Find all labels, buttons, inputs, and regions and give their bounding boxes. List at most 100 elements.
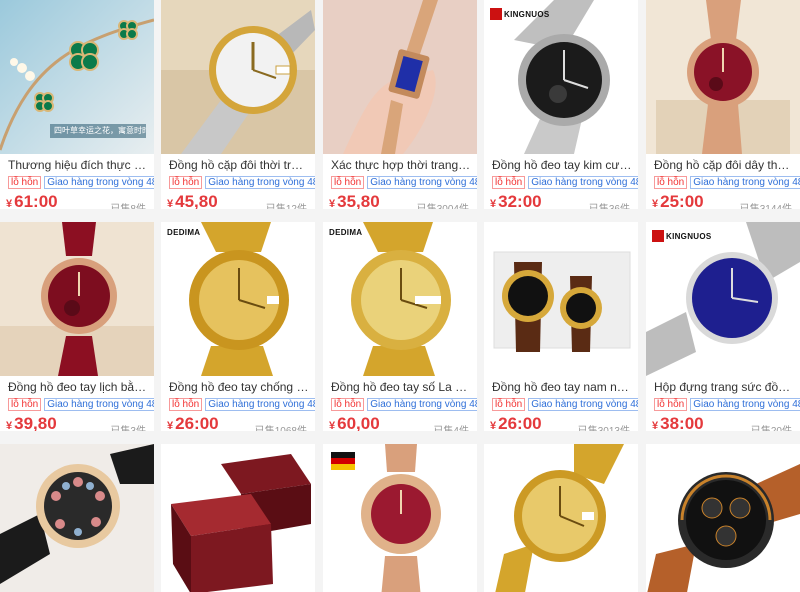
gold-watch-image [161, 222, 315, 376]
gold-dial-watch-image [484, 444, 638, 592]
product-card[interactable]: DEDIMA Đồng hồ đeo tay số La Mã mà... lỗ… [323, 222, 477, 431]
shipping-tag: Giao hàng trong vòng 48 [367, 176, 477, 189]
price-value: 38:00 [660, 414, 704, 431]
product-card[interactable]: KINGNUOS Đồng hồ đeo tay kim cương và...… [484, 0, 638, 209]
price-value: 45,80 [175, 192, 218, 209]
currency-symbol: ¥ [490, 198, 497, 209]
product-image[interactable] [323, 444, 477, 592]
currency-symbol: ¥ [6, 198, 13, 209]
rectangular-blue-watch-image [323, 0, 477, 154]
gold-roman-watch-image [323, 222, 477, 376]
currency-symbol: ¥ [329, 420, 336, 431]
price-value: 26:00 [498, 414, 542, 431]
product-title[interactable]: Đồng hồ đeo tay kim cương và... [492, 157, 632, 173]
price-value: 61:00 [14, 192, 58, 209]
sold-count: 已售3004件 [417, 200, 469, 209]
price: ¥45,80 [167, 192, 218, 209]
product-image[interactable] [484, 444, 638, 592]
shipping-tag: Giao hàng trong vòng 48 [205, 176, 315, 189]
product-card[interactable]: Đồng hồ cặp đôi thời trang dây... lỗ hỗn… [161, 0, 315, 209]
couple-watches-box-image [484, 222, 638, 376]
product-card[interactable] [0, 444, 154, 592]
currency-symbol: ¥ [6, 420, 13, 431]
product-title[interactable]: Đồng hồ cặp đôi dây thép màu... [654, 157, 794, 173]
promo-tag: lỗ hỗn [331, 398, 365, 411]
product-image[interactable] [646, 0, 800, 154]
shipping-tag: Giao hàng trong vòng 48 [690, 398, 800, 411]
price: ¥25:00 [652, 192, 704, 209]
shipping-tag: Giao hàng trong vòng 48 [690, 176, 800, 189]
product-card[interactable]: Đồng hồ đeo tay lịch bằng thé... lỗ hỗnG… [0, 222, 154, 431]
product-title[interactable]: Đồng hồ đeo tay số La Mã mà... [331, 379, 471, 395]
product-image[interactable]: DEDIMA [323, 222, 477, 376]
price: ¥26:00 [167, 414, 219, 431]
red-leather-watch-image [0, 222, 154, 376]
promo-tag: lỗ hỗn [492, 176, 526, 189]
price: ¥32:00 [490, 192, 542, 209]
product-image[interactable] [161, 444, 315, 592]
price-value: 32:00 [498, 192, 542, 209]
product-card[interactable]: 四叶草幸运之花，寓意时时好运 Thương hiệu đích thực 202… [0, 0, 154, 209]
product-card[interactable]: Xác thực hợp thời trang dây đe... lỗ hỗn… [323, 0, 477, 209]
currency-symbol: ¥ [167, 420, 174, 431]
product-title[interactable]: Đồng hồ đeo tay lịch bằng thé... [8, 379, 148, 395]
shipping-tag: Giao hàng trong vòng 48 [528, 176, 638, 189]
promo-tag: lỗ hỗn [654, 398, 688, 411]
sold-count: 已售1068件 [255, 422, 307, 431]
promo-tag: lỗ hỗn [169, 398, 203, 411]
product-image[interactable] [646, 444, 800, 592]
currency-symbol: ¥ [329, 198, 336, 209]
sold-count: 已售8件 [110, 200, 146, 209]
product-image[interactable]: 四叶草幸运之花，寓意时时好运 [0, 0, 154, 154]
sold-count: 已售3013件 [578, 422, 630, 431]
product-image[interactable]: KINGNUOS [646, 222, 800, 376]
rose-gold-watch-image [323, 444, 477, 592]
black-steel-watch-image [484, 0, 638, 154]
brand-logo: DEDIMA [329, 228, 363, 237]
product-image[interactable] [161, 0, 315, 154]
product-card[interactable]: KINGNUOS Hộp đựng trang sức đồng hồ g...… [646, 222, 800, 431]
product-card[interactable] [646, 444, 800, 592]
sold-count: 已售3144件 [740, 200, 792, 209]
currency-symbol: ¥ [652, 420, 659, 431]
product-image[interactable] [323, 0, 477, 154]
product-card[interactable] [323, 444, 477, 592]
shipping-tag: Giao hàng trong vòng 48 [44, 398, 154, 411]
promo-tag: lỗ hỗn [8, 398, 42, 411]
product-card[interactable]: Đồng hồ đeo tay nam nữ thời t... lỗ hỗnG… [484, 222, 638, 431]
shipping-tag: Giao hàng trong vòng 48 [528, 398, 638, 411]
product-image[interactable]: DEDIMA [161, 222, 315, 376]
price-value: 25:00 [660, 192, 704, 209]
image-caption: 四叶草幸运之花，寓意时时好运 [54, 126, 146, 135]
product-title[interactable]: Thương hiệu đích thực 2023 m... [8, 157, 148, 173]
product-image[interactable] [0, 444, 154, 592]
product-title[interactable]: Xác thực hợp thời trang dây đe... [331, 157, 471, 173]
price: ¥35,80 [329, 192, 380, 209]
price: ¥39,80 [6, 414, 57, 431]
product-grid: 四叶草幸运之花，寓意时时好运 Thương hiệu đích thực 202… [0, 0, 800, 592]
blue-mesh-watch-image [646, 222, 800, 376]
product-title[interactable]: Hộp đựng trang sức đồng hồ g... [654, 379, 794, 395]
sold-count: 已售20件 [751, 422, 792, 431]
product-image[interactable]: KINGNUOS [484, 0, 638, 154]
price: ¥38:00 [652, 414, 704, 431]
shipping-tag: Giao hàng trong vòng 48 [367, 398, 477, 411]
promo-tag: lỗ hỗn [331, 176, 365, 189]
product-title[interactable]: Đồng hồ đeo tay nam nữ thời t... [492, 379, 632, 395]
product-image[interactable] [484, 222, 638, 376]
product-image[interactable] [0, 222, 154, 376]
brand-logo: KINGNUOS [666, 232, 712, 241]
price: ¥61:00 [6, 192, 58, 209]
product-card[interactable]: DEDIMA Đồng hồ đeo tay chống thấm n... l… [161, 222, 315, 431]
shipping-tag: Giao hàng trong vòng 48 [205, 398, 315, 411]
product-title[interactable]: Đồng hồ đeo tay chống thấm n... [169, 379, 309, 395]
price-value: 60,00 [337, 414, 380, 431]
price-value: 35,80 [337, 192, 380, 209]
product-title[interactable]: Đồng hồ cặp đôi thời trang dây... [169, 157, 309, 173]
price: ¥26:00 [490, 414, 542, 431]
product-card[interactable]: Đồng hồ cặp đôi dây thép màu... lỗ hỗnGi… [646, 0, 800, 209]
product-card[interactable] [161, 444, 315, 592]
sold-count: 已售4件 [433, 422, 469, 431]
price-value: 39,80 [14, 414, 57, 431]
product-card[interactable] [484, 444, 638, 592]
